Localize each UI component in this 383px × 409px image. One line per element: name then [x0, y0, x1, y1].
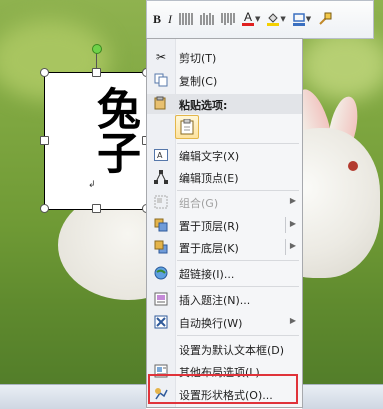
align-center-icon — [200, 13, 214, 25]
menu-item-wrap-text[interactable]: 自动换行(W) ▶ — [147, 312, 302, 332]
hyperlink-globe-icon — [153, 265, 169, 281]
paste-options-header: 粘贴选项: — [147, 94, 302, 114]
grass-blur-2 — [300, 30, 383, 100]
edit-points-icon — [153, 169, 169, 185]
dropdown-arrow-icon[interactable]: ▼ — [306, 15, 311, 23]
paste-options-label: 粘贴选项: — [179, 99, 228, 112]
paste-keep-source-button[interactable] — [175, 115, 199, 139]
menu-item-label: 插入题注(N)... — [179, 294, 251, 307]
menu-item-hyperlink[interactable]: 超链接(I)... — [147, 263, 302, 283]
group-icon — [153, 194, 169, 210]
send-to-back-icon — [153, 239, 169, 255]
bottom-bar — [0, 384, 146, 409]
wrap-text-icon — [153, 314, 169, 330]
font-color-button[interactable]: A ▼ — [240, 10, 262, 28]
menu-item-label: 剪切(T) — [179, 52, 217, 65]
menu-separator — [177, 143, 299, 144]
bottom-bar-right — [302, 384, 383, 409]
scissors-icon: ✂ — [155, 50, 167, 64]
menu-separator — [177, 260, 299, 261]
menu-item-cut[interactable]: ✂ 剪切(T) — [147, 47, 302, 67]
menu-item-bring-to-front[interactable]: 置于顶层(R) ▶ — [147, 215, 302, 235]
rotation-handle[interactable] — [92, 44, 102, 54]
menu-item-group[interactable]: 组合(G) ▶ — [147, 192, 302, 212]
paste-icon — [180, 119, 194, 135]
anchor-icon: ↲ — [88, 180, 96, 190]
menu-item-label: 置于顶层(R) — [179, 220, 240, 233]
menu-item-edit-points[interactable]: 编辑顶点(E) — [147, 167, 302, 187]
menu-item-set-default-textbox[interactable]: 设置为默认文本框(D) — [147, 339, 302, 359]
menu-item-copy[interactable]: 复制(C) — [147, 70, 302, 90]
format-painter-button[interactable] — [316, 10, 334, 28]
context-menu: ✂ 剪切(T) 复制(C) 粘贴选项: A 编辑文字(X) 编辑顶点(E) 组合… — [146, 38, 303, 408]
fill-color-button[interactable]: ▼ — [265, 10, 287, 28]
align-right-icon — [221, 13, 235, 25]
menu-item-label: 编辑顶点(E) — [179, 172, 239, 185]
split-divider — [285, 217, 286, 233]
outline-color-swatch — [292, 22, 305, 26]
dropdown-arrow-icon[interactable]: ▼ — [280, 15, 285, 23]
bring-to-front-icon — [153, 217, 169, 233]
submenu-arrow-icon: ▶ — [289, 316, 296, 325]
align-left-icon — [179, 13, 193, 25]
menu-item-send-to-back[interactable]: 置于底层(K) ▶ — [147, 237, 302, 257]
resize-handle-bottom-left[interactable] — [40, 204, 49, 213]
font-color-swatch — [242, 23, 255, 26]
menu-item-label: 自动换行(W) — [179, 317, 243, 330]
align-left-button[interactable] — [177, 10, 195, 28]
menu-item-edit-text[interactable]: A 编辑文字(X) — [147, 145, 302, 165]
menu-item-label: 超链接(I)... — [179, 268, 235, 281]
menu-separator — [177, 335, 299, 336]
outline-button[interactable]: ▼ — [291, 10, 313, 28]
bold-button[interactable]: B — [151, 10, 163, 28]
fill-color-swatch — [267, 22, 280, 26]
menu-item-label: 设置为默认文本框(D) — [179, 344, 285, 357]
svg-text:A: A — [157, 151, 163, 160]
format-painter-icon — [319, 12, 332, 25]
copy-icon — [153, 72, 169, 88]
italic-button[interactable]: I — [166, 10, 174, 28]
menu-item-label: 编辑文字(X) — [179, 150, 240, 163]
highlight-annotation-box — [148, 374, 298, 404]
split-divider — [285, 239, 286, 255]
menu-separator — [177, 286, 299, 287]
rabbit-eye — [348, 161, 358, 171]
resize-handle-top-left[interactable] — [40, 68, 49, 77]
resize-handle-left[interactable] — [40, 136, 49, 145]
paint-bucket-icon — [268, 12, 279, 23]
insert-caption-icon — [153, 291, 169, 307]
menu-item-label: 置于底层(K) — [179, 242, 239, 255]
resize-handle-top[interactable] — [92, 68, 101, 77]
dropdown-arrow-icon[interactable]: ▼ — [255, 15, 260, 23]
clipboard-icon — [153, 96, 167, 113]
menu-separator — [177, 190, 299, 191]
menu-item-label: 组合(G) — [179, 197, 219, 210]
resize-handle-bottom[interactable] — [92, 204, 101, 213]
edit-text-icon: A — [153, 147, 169, 163]
menu-item-label: 复制(C) — [179, 75, 218, 88]
mini-toolbar: B I A ▼ ▼ ▼ — [146, 0, 374, 39]
shape-outline-icon — [293, 12, 305, 22]
align-right-button[interactable] — [219, 10, 237, 28]
align-center-button[interactable] — [198, 10, 216, 28]
shape-text[interactable]: 兔子 — [58, 78, 140, 182]
submenu-arrow-icon[interactable]: ▶ — [290, 219, 296, 228]
submenu-arrow-icon: ▶ — [289, 196, 296, 205]
submenu-arrow-icon[interactable]: ▶ — [290, 241, 296, 250]
menu-item-insert-caption[interactable]: 插入题注(N)... — [147, 289, 302, 309]
